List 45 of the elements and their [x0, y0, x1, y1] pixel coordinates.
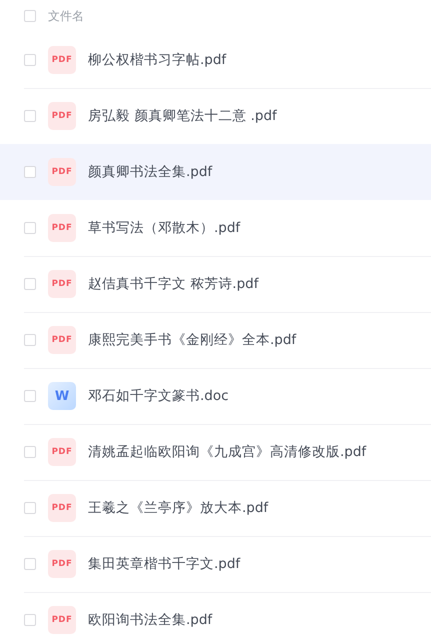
checkbox[interactable]	[24, 222, 36, 234]
file-row[interactable]: PDF 草书写法（邓散木）.pdf	[0, 200, 431, 256]
file-row[interactable]: PDF 清姚孟起临欧阳询《九成宫》高清修改版.pdf	[0, 424, 431, 480]
checkbox[interactable]	[24, 334, 36, 346]
file-name[interactable]: 王羲之《兰亭序》放大本.pdf	[88, 499, 268, 517]
pdf-file-icon: PDF	[48, 270, 76, 298]
checkbox[interactable]	[24, 54, 36, 66]
file-name[interactable]: 柳公权楷书习字帖.pdf	[88, 51, 226, 69]
file-name[interactable]: 草书写法（邓散木）.pdf	[88, 219, 240, 237]
checkbox[interactable]	[24, 110, 36, 122]
file-row[interactable]: PDF 颜真卿书法全集.pdf	[0, 144, 431, 200]
file-row[interactable]: W 邓石如千字文篆书.doc	[0, 368, 431, 424]
file-name[interactable]: 清姚孟起临欧阳询《九成宫》高清修改版.pdf	[88, 443, 366, 461]
checkbox[interactable]	[24, 446, 36, 458]
checkbox[interactable]	[24, 502, 36, 514]
checkbox[interactable]	[24, 390, 36, 402]
file-row[interactable]: PDF 王羲之《兰亭序》放大本.pdf	[0, 480, 431, 536]
pdf-file-icon: PDF	[48, 158, 76, 186]
file-name[interactable]: 康熙完美手书《金刚经》全本.pdf	[88, 331, 296, 349]
pdf-file-icon: PDF	[48, 550, 76, 578]
file-row[interactable]: PDF 康熙完美手书《金刚经》全本.pdf	[0, 312, 431, 368]
pdf-file-icon: PDF	[48, 214, 76, 242]
file-row[interactable]: PDF 房弘毅 颜真卿笔法十二意 .pdf	[0, 88, 431, 144]
checkbox[interactable]	[24, 558, 36, 570]
file-name[interactable]: 房弘毅 颜真卿笔法十二意 .pdf	[88, 107, 277, 125]
pdf-file-icon: PDF	[48, 102, 76, 130]
pdf-file-icon: PDF	[48, 438, 76, 466]
pdf-file-icon: PDF	[48, 326, 76, 354]
file-name[interactable]: 集田英章楷书千字文.pdf	[88, 555, 240, 573]
file-name[interactable]: 颜真卿书法全集.pdf	[88, 163, 212, 181]
file-name[interactable]: 赵佶真书千字文 秾芳诗.pdf	[88, 275, 258, 293]
file-row[interactable]: PDF 集田英章楷书千字文.pdf	[0, 536, 431, 592]
file-row[interactable]: PDF 赵佶真书千字文 秾芳诗.pdf	[0, 256, 431, 312]
checkbox[interactable]	[24, 614, 36, 626]
checkbox[interactable]	[24, 278, 36, 290]
file-name[interactable]: 邓石如千字文篆书.doc	[88, 387, 229, 405]
pdf-file-icon: PDF	[48, 494, 76, 522]
file-row[interactable]: PDF 柳公权楷书习字帖.pdf	[0, 32, 431, 88]
checkbox[interactable]	[24, 166, 36, 178]
word-file-icon: W	[48, 382, 76, 410]
pdf-file-icon: PDF	[48, 46, 76, 74]
file-name[interactable]: 欧阳询书法全集.pdf	[88, 611, 212, 629]
pdf-file-icon: PDF	[48, 606, 76, 634]
file-row[interactable]: PDF 欧阳询书法全集.pdf	[0, 592, 431, 637]
checkbox[interactable]	[24, 10, 36, 22]
